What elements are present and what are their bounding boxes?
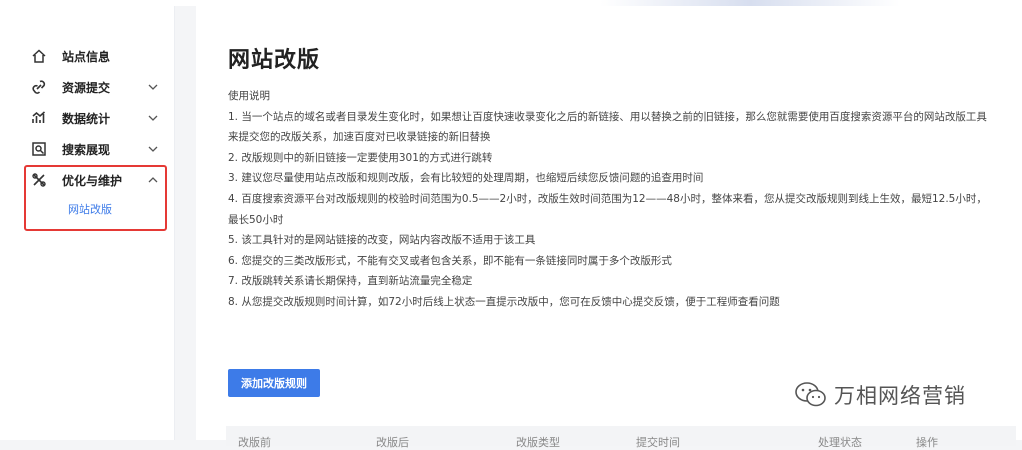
sidebar-item-label: 资源提交: [62, 80, 111, 95]
table-header: 改版前 改版后 改版类型 提交时间 处理状态 操作: [226, 426, 1016, 449]
watermark: 万相网络营销: [794, 380, 966, 410]
sidebar-item-data-stats[interactable]: 数据统计: [30, 105, 160, 131]
wechat-icon: [794, 381, 828, 409]
column-header: 操作: [916, 436, 938, 449]
instruction-item: 8. 从您提交改版规则时间计算，如72小时后线上状态一直提示改版中，您可在反馈中…: [228, 295, 780, 308]
chevron-down-icon[interactable]: [146, 80, 160, 94]
instruction-item: 2. 改版规则中的新旧链接一定要使用301的方式进行跳转: [228, 151, 493, 164]
sidebar-item-site-info[interactable]: 站点信息: [30, 43, 160, 69]
column-header: 提交时间: [636, 436, 680, 449]
instruction-item: 4. 百度搜索资源平台对改版规则的校验时间范围为0.5——2小时，改版生效时间范…: [228, 192, 987, 226]
instructions-heading: 使用说明: [228, 90, 270, 102]
sidebar-item-label: 数据统计: [62, 111, 111, 126]
page-title: 网站改版: [228, 48, 321, 73]
instruction-item: 5. 该工具针对的是网站链接的改变，网站内容改版不适用于该工具: [228, 234, 536, 247]
sidebar-item-label: 站点信息: [62, 49, 111, 64]
column-header: 改版前: [238, 436, 271, 449]
column-header: 处理状态: [818, 436, 862, 449]
column-header: 改版后: [376, 436, 409, 449]
sidebar-item-label: 搜索展现: [62, 142, 111, 157]
instruction-item: 7. 改版跳转关系请长期保持，直到新站流量完全稳定: [228, 275, 473, 288]
link-icon: [30, 78, 48, 96]
watermark-text: 万相网络营销: [834, 384, 966, 408]
add-revision-rule-button[interactable]: 添加改版规则: [228, 369, 320, 397]
instruction-item: 1. 当一个站点的域名或者目录发生变化时，如果想让百度快速收录变化之后的新链接、…: [228, 110, 987, 144]
instruction-item: 6. 您提交的三类改版形式，不能有交叉或者包含关系，即不能有一条链接同时属于多个…: [228, 254, 672, 267]
chevron-down-icon[interactable]: [146, 111, 160, 125]
sidebar-item-resource-submit[interactable]: 资源提交: [30, 74, 160, 100]
home-icon: [30, 47, 48, 65]
chart-icon: [30, 109, 48, 127]
column-header: 改版类型: [516, 436, 560, 449]
chevron-down-icon[interactable]: [146, 142, 160, 156]
search-doc-icon: [30, 140, 48, 158]
instruction-item: 3. 建议您尽量使用站点改版和规则改版，会有比较短的处理周期，也缩短后续您反馈问…: [228, 172, 704, 185]
sidebar: 站点信息 资源提交 数据统计 搜索展现 优化与维护 网站改版: [0, 6, 175, 440]
sidebar-item-optimize-maintain[interactable]: 优化与维护: [30, 167, 160, 193]
chevron-up-icon[interactable]: [146, 173, 160, 187]
sidebar-item-search-display[interactable]: 搜索展现: [30, 136, 160, 162]
main-content: 网站改版 使用说明 1. 当一个站点的域名或者目录发生变化时，如果想让百度快速收…: [196, 6, 1022, 449]
instructions: 使用说明 1. 当一个站点的域名或者目录发生变化时，如果想让百度快速收录变化之后…: [228, 86, 988, 313]
tools-icon: [30, 171, 48, 189]
sidebar-item-label: 优化与维护: [62, 173, 123, 188]
sidebar-subitem-site-revision[interactable]: 网站改版: [68, 201, 112, 217]
